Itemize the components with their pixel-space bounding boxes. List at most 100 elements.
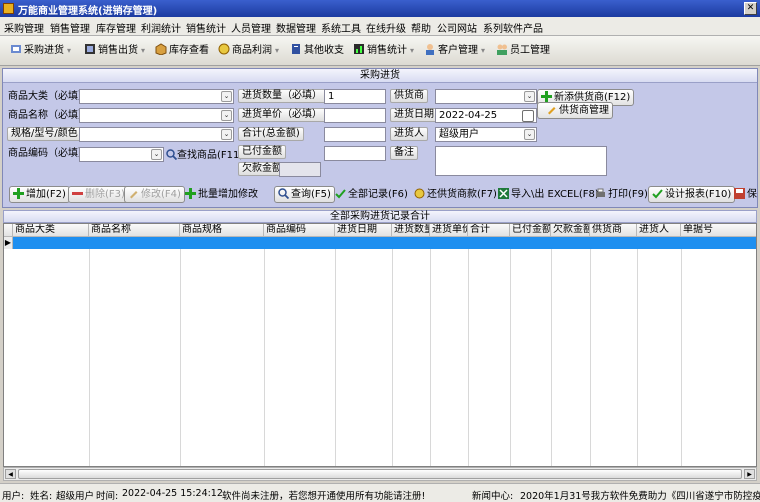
sales-icon [84, 43, 96, 55]
grid-summary-header: 全部采购进货记录合计 [3, 210, 757, 223]
col-code[interactable]: 商品编码 [264, 224, 335, 237]
menu-website[interactable]: 公司网站 [437, 20, 477, 35]
close-button[interactable]: ✕ [744, 2, 757, 15]
window-title: 万能商业管理系统(进销存管理) [18, 6, 158, 17]
menu-upgrade[interactable]: 在线升级 [366, 20, 406, 35]
toolbar-customer-button[interactable]: 客户管理 ▾ [424, 42, 485, 60]
qty-input[interactable]: 1 [324, 89, 386, 104]
qty-label: 进货数量（必填） [238, 89, 326, 103]
col-supplier[interactable]: 供货商 [590, 224, 637, 237]
status-notice: 软件尚未注册，若您想开通使用所有功能请注册! [222, 491, 426, 502]
horizontal-scrollbar[interactable]: ◀ ▶ [3, 467, 757, 481]
purchase-icon [10, 43, 22, 55]
remark-label: 备注 [390, 146, 418, 160]
code-select[interactable]: ⌄ [79, 147, 164, 162]
grid-divider [89, 237, 90, 466]
row-indicator-arrow-icon: ▶ [4, 237, 13, 249]
pencil-icon [546, 104, 557, 115]
grid-divider [180, 237, 181, 466]
print-button[interactable]: 打印(F9) [591, 186, 652, 203]
menu-tools[interactable]: 系统工具 [321, 20, 361, 35]
status-name-label: 姓名: [30, 491, 53, 502]
chevron-down-icon[interactable]: ⌄ [221, 91, 232, 102]
batch-edit-button[interactable]: 批量增加修改 [181, 186, 262, 203]
date-checkbox[interactable] [522, 110, 534, 122]
menu-help[interactable]: 帮助 [411, 20, 431, 35]
menu-products[interactable]: 系列软件产品 [483, 20, 543, 35]
scrollbar-thumb[interactable] [18, 469, 742, 479]
add-button[interactable]: 增加(F2) [9, 186, 70, 203]
search-icon [166, 149, 178, 161]
money-icon [414, 188, 425, 199]
chevron-down-icon[interactable]: ⌄ [221, 129, 232, 140]
supplier-management-button[interactable]: 供货商管理 [537, 102, 613, 119]
toolbar-stock-button[interactable]: 库存查看 [155, 42, 209, 60]
supplier-select[interactable]: ⌄ [435, 89, 537, 104]
supplier-label: 供货商 [390, 89, 428, 103]
excel-button[interactable]: 导入\出 EXCEL(F8) [494, 186, 603, 203]
toolbar-sales-button[interactable]: 销售出货 ▾ [84, 42, 145, 60]
buyer-label: 进货人 [390, 127, 428, 141]
spec-select[interactable]: ⌄ [79, 127, 234, 142]
name-label: 商品名称（必填） [8, 110, 88, 121]
menu-purchase[interactable]: 采购管理 [4, 20, 44, 35]
records-grid[interactable]: 商品大类 商品名称 商品规格 商品编码 进货日期 进货数量 进货单价 合计 已付… [3, 223, 757, 467]
menu-profit[interactable]: 利润统计 [141, 20, 181, 35]
menu-stock[interactable]: 库存管理 [96, 20, 136, 35]
table-row-selected[interactable] [13, 237, 756, 249]
edit-button[interactable]: 修改(F4) [124, 186, 185, 203]
chart-icon [353, 43, 365, 55]
col-qty[interactable]: 进货数量 [392, 224, 430, 237]
toolbar-other-button[interactable]: 其他收支 [290, 42, 344, 60]
query-button[interactable]: 查询(F5) [274, 186, 335, 203]
col-category[interactable]: 商品大类 [13, 224, 89, 237]
toolbar-profit-button[interactable]: 商品利润 ▾ [218, 42, 279, 60]
toolbar-sales-stats-button[interactable]: 销售统计 ▾ [353, 42, 414, 60]
menu-sales-stats[interactable]: 销售统计 [186, 20, 226, 35]
paid-input[interactable] [324, 146, 386, 161]
menu-staff[interactable]: 人员管理 [231, 20, 271, 35]
col-doc-no[interactable]: 单据号 [681, 224, 756, 237]
status-news-label: 新闻中心: [472, 491, 514, 502]
save-button[interactable]: 保 [730, 186, 760, 203]
name-select[interactable]: ⌄ [79, 108, 234, 123]
category-select[interactable]: ⌄ [79, 89, 234, 104]
toolbar-staff-button[interactable]: 员工管理 [496, 42, 550, 60]
col-price[interactable]: 进货单价 [430, 224, 468, 237]
find-goods-button[interactable]: 查找商品(F11) [166, 149, 243, 163]
col-date[interactable]: 进货日期 [335, 224, 392, 237]
chevron-down-icon[interactable]: ⌄ [524, 129, 535, 140]
chevron-down-icon[interactable]: ⌄ [221, 110, 232, 121]
menu-sales[interactable]: 销售管理 [50, 20, 90, 35]
chevron-down-icon[interactable]: ⌄ [524, 91, 535, 102]
coins-icon [218, 43, 230, 55]
remark-input[interactable] [435, 146, 607, 176]
customer-icon [424, 43, 436, 55]
toolbar-purchase-button[interactable]: 采购进货 ▾ [10, 42, 71, 60]
staff-icon [496, 43, 508, 55]
col-spec[interactable]: 商品规格 [180, 224, 264, 237]
plus-icon [13, 188, 24, 199]
delete-button[interactable]: 删除(F3) [68, 186, 129, 203]
title-bar: 万能商业管理系统(进销存管理) ✕ [0, 0, 760, 17]
chevron-down-icon[interactable]: ⌄ [151, 149, 162, 160]
grid-divider [590, 237, 591, 466]
ledger-icon [290, 43, 302, 55]
scroll-right-icon[interactable]: ▶ [744, 469, 755, 479]
col-name[interactable]: 商品名称 [89, 224, 180, 237]
menu-data[interactable]: 数据管理 [276, 20, 316, 35]
design-report-button[interactable]: 设计报表(F10) [648, 186, 736, 203]
date-label: 进货日期 [390, 108, 438, 122]
col-total[interactable]: 合计 [468, 224, 510, 237]
pay-supplier-button[interactable]: 还供货商款(F7) [410, 186, 501, 203]
price-input[interactable] [324, 108, 386, 123]
total-input[interactable] [324, 127, 386, 142]
pencil-icon [128, 188, 139, 199]
buyer-select[interactable]: 超级用户 ⌄ [435, 127, 537, 142]
code-label: 商品编码（必填） [8, 148, 88, 159]
all-records-button[interactable]: 全部记录(F6) [331, 186, 412, 203]
col-owed[interactable]: 欠款金额 [551, 224, 590, 237]
scroll-left-icon[interactable]: ◀ [5, 469, 16, 479]
col-buyer[interactable]: 进货人 [637, 224, 681, 237]
col-paid[interactable]: 已付金额 [510, 224, 551, 237]
